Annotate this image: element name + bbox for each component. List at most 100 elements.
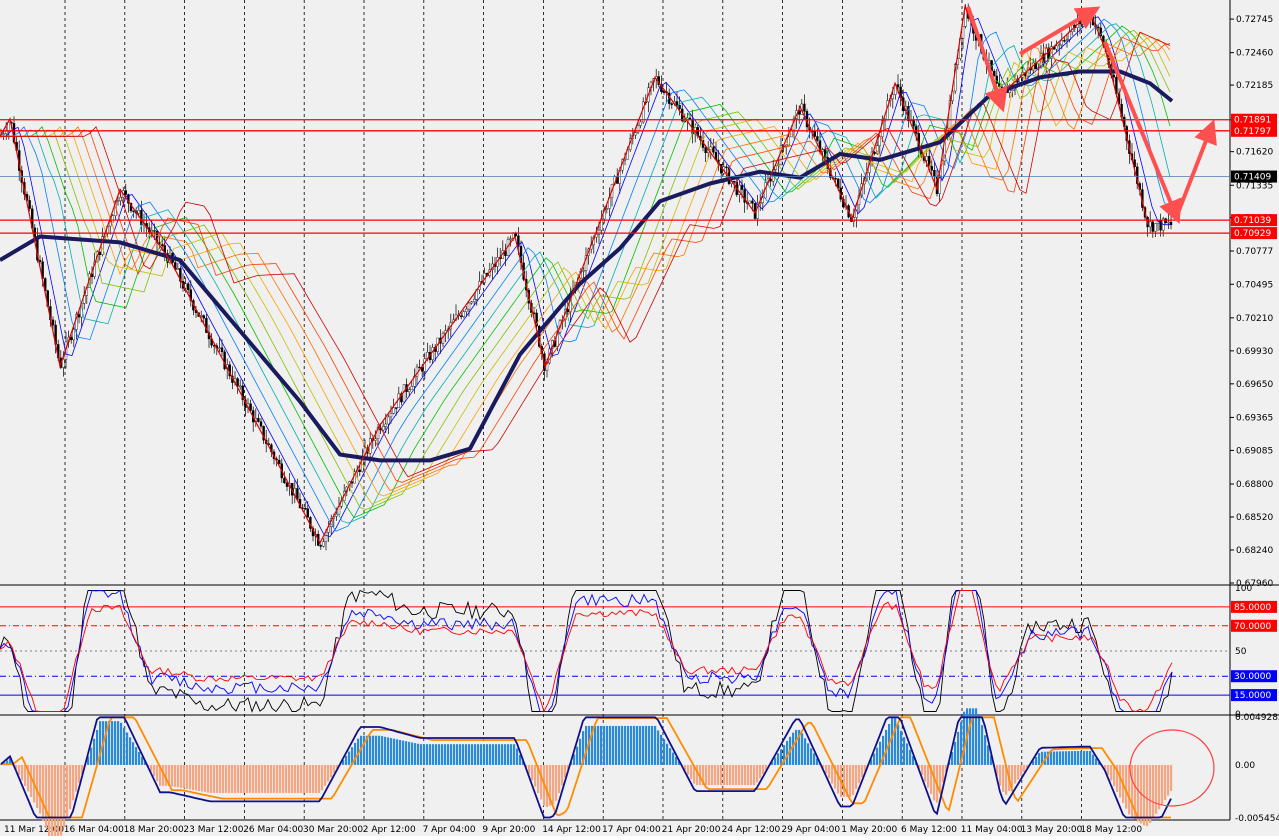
candle-body (930, 165, 933, 171)
histogram-bar (156, 764, 159, 782)
histogram-bar (453, 744, 456, 765)
histogram-bar (600, 725, 603, 765)
candle-body (751, 200, 754, 204)
histogram-bar (843, 764, 846, 797)
candle-body (995, 75, 998, 84)
histogram-bar (1038, 753, 1041, 765)
histogram-bar (171, 764, 174, 787)
histogram-bar (651, 725, 654, 765)
histogram-bar (408, 741, 411, 765)
candle-body (4, 131, 8, 134)
candle-body (933, 170, 936, 177)
histogram-bar (762, 764, 765, 775)
candle-body (322, 541, 325, 547)
trading-chart[interactable]: 11 Mar 12:00 16 Mar 04:00 18 Mar 20:00 23 M… (0, 0, 1279, 839)
candle-body (816, 136, 819, 141)
time-tick-label: 1 May 20:00 (841, 825, 897, 835)
price-tick-label: 0.69365 (1236, 413, 1273, 423)
histogram-bar (402, 740, 405, 765)
histogram-bar (849, 764, 852, 797)
time-tick-label: 18 Mar 20:00 (124, 825, 184, 835)
histogram-bar (243, 764, 246, 793)
histogram-bar (54, 764, 57, 839)
histogram-bar (690, 764, 693, 780)
histogram-bar (837, 764, 840, 794)
histogram-bar (192, 764, 195, 790)
histogram-bar (465, 744, 468, 765)
histogram-bar (501, 744, 504, 765)
candle-body (358, 469, 361, 472)
histogram-bar (117, 721, 120, 765)
histogram-bar (210, 764, 213, 793)
time-tick-label: 24 Apr 12:00 (722, 825, 781, 835)
time-tick-label: 13 May 20:00 (1021, 825, 1083, 835)
histogram-bar (909, 749, 912, 765)
histogram-bar (705, 764, 708, 786)
histogram-bar (387, 737, 390, 765)
oscillator-tick-label: 100 (1235, 584, 1252, 594)
histogram-bar (627, 725, 630, 765)
histogram-bar (111, 721, 114, 765)
histogram-bar (297, 764, 300, 793)
histogram-bar (423, 744, 426, 765)
candle-body (69, 337, 73, 341)
candle-body (639, 121, 642, 126)
histogram-bar (606, 725, 609, 765)
histogram-bar (324, 764, 327, 786)
histogram-bar (114, 721, 117, 765)
candle-body (259, 421, 263, 427)
candle-body (1112, 74, 1116, 78)
histogram-bar (630, 725, 633, 765)
histogram-bar (69, 764, 72, 810)
histogram-bar (1152, 764, 1155, 819)
oscillator-level-label: 30.0000 (1234, 672, 1271, 682)
histogram-bar (411, 742, 414, 765)
candle-body (462, 311, 465, 317)
histogram-bar (285, 764, 288, 793)
time-tick-label: 6 May 12:00 (901, 825, 957, 835)
histogram-bar (777, 753, 780, 765)
chart-canvas[interactable]: 11 Mar 12:00 16 Mar 04:00 18 Mar 20:00 23 M… (0, 0, 1279, 839)
histogram-bar (642, 725, 645, 765)
candle-body (408, 389, 411, 392)
histogram-bar (486, 744, 489, 765)
candle-body (704, 147, 707, 154)
histogram-bar (1131, 764, 1134, 818)
candle-body (306, 508, 309, 518)
histogram-bar (207, 764, 210, 793)
histogram-bar (894, 718, 897, 765)
candle-body (473, 299, 476, 302)
histogram-bar (60, 764, 63, 836)
histogram-bar (933, 764, 936, 801)
histogram-bar (861, 764, 864, 778)
histogram-bar (954, 741, 957, 765)
histogram-bar (558, 764, 561, 794)
histogram-bar (93, 738, 96, 765)
histogram-bar (534, 764, 537, 787)
histogram-bar (39, 764, 42, 814)
histogram-bar (231, 764, 234, 793)
candle-body (137, 210, 141, 214)
histogram-bar (585, 725, 588, 765)
histogram-bar (513, 744, 516, 765)
histogram-bar (858, 764, 861, 784)
histogram-bar (603, 725, 606, 765)
histogram-bar (426, 744, 429, 765)
candle-body (678, 105, 681, 110)
histogram-bar (495, 744, 498, 765)
histogram-bar (303, 764, 306, 793)
current-price-label: 0.71409 (1234, 173, 1271, 183)
histogram-bar (618, 725, 621, 765)
histogram-bar (813, 753, 816, 765)
histogram-bar (279, 764, 282, 793)
candle-body (150, 230, 154, 233)
histogram-bar (261, 764, 264, 793)
time-tick-label: 17 Apr 04:00 (602, 825, 661, 835)
histogram-bar (198, 764, 201, 792)
candle-body (28, 200, 31, 210)
candle-body (733, 180, 736, 183)
histogram-bar (672, 752, 675, 765)
histogram-bar (177, 764, 180, 788)
histogram-bar (612, 725, 615, 765)
histogram-bar (552, 764, 555, 805)
